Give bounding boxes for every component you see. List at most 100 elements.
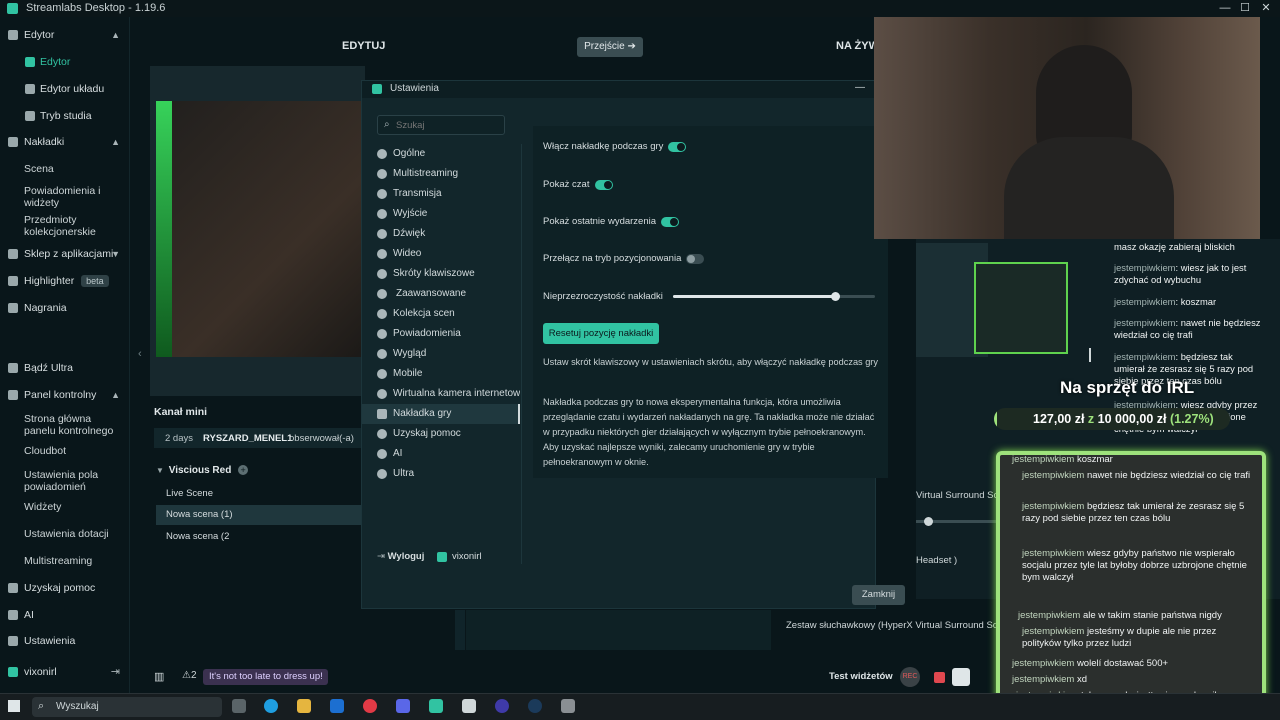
chevron-up-icon: ▲ bbox=[111, 390, 120, 400]
record-button[interactable]: REC bbox=[900, 667, 920, 687]
enable-overlay-toggle[interactable] bbox=[668, 142, 686, 152]
sidebar-item-multistreaming[interactable]: Multistreaming bbox=[0, 551, 130, 571]
green-frame bbox=[156, 101, 172, 357]
sidebar-item-scene[interactable]: Scena bbox=[0, 159, 130, 179]
opacity-slider-handle[interactable] bbox=[830, 292, 840, 301]
windows-start-icon[interactable] bbox=[8, 700, 20, 712]
sidebar-item-highlighter[interactable]: Highlighter beta bbox=[0, 271, 130, 291]
close-window-button[interactable]: ✕ bbox=[1255, 0, 1277, 17]
logout-icon[interactable]: ⇥ bbox=[111, 662, 120, 682]
activity-user: RYSZARD_MENEL1 bbox=[203, 433, 293, 444]
opera-icon[interactable] bbox=[363, 699, 377, 713]
search-input[interactable] bbox=[396, 118, 500, 132]
help-icon bbox=[377, 429, 387, 439]
overlay-description: Nakładka podczas gry to nowa eksperyment… bbox=[543, 397, 875, 467]
sidebar-item-layout-editor[interactable]: Edytor układu bbox=[0, 79, 130, 99]
add-scene-icon[interactable]: + bbox=[238, 465, 249, 475]
ultra-icon bbox=[8, 363, 18, 373]
paint-icon bbox=[377, 349, 387, 359]
goal-amount: 127,00 zł z 10 000,00 zł (1.27%) bbox=[1033, 412, 1214, 426]
app-icon[interactable] bbox=[495, 699, 509, 713]
show-events-toggle[interactable] bbox=[661, 217, 679, 227]
sidebar-user[interactable]: vixonirl ⇥ bbox=[0, 662, 130, 682]
save-replay-icon[interactable] bbox=[952, 668, 970, 686]
sidebar-item-editor[interactable]: Edytor bbox=[0, 52, 130, 72]
cogs-icon bbox=[377, 289, 387, 299]
sidebar-item-donation-settings[interactable]: Ustawienia dotacji bbox=[0, 524, 130, 544]
reset-overlay-position-button[interactable]: Resetuj pozycję nakładki bbox=[543, 323, 659, 344]
show-chat-toggle[interactable] bbox=[595, 180, 613, 190]
notification-pill[interactable]: It's not too late to dress up! bbox=[203, 669, 328, 685]
store-icon bbox=[8, 249, 18, 259]
sidebar-item-collectibles[interactable]: Przedmioty kolekcjonerskie bbox=[0, 212, 120, 238]
speaker-icon bbox=[377, 229, 387, 239]
scene-item[interactable]: Nowa scena (1) bbox=[156, 505, 361, 525]
sidebar-item-ai[interactable]: AI bbox=[0, 605, 130, 625]
collapse-sidebar-icon[interactable]: ‹ bbox=[138, 348, 142, 360]
enable-overlay-label: Włącz nakładkę podczas gry bbox=[543, 141, 664, 152]
chat-message: jestempiwkiem: koszmar bbox=[1114, 296, 1217, 307]
sidebar-section-dashboard[interactable]: Panel kontrolny ▲ bbox=[0, 385, 130, 405]
steam-icon[interactable] bbox=[528, 699, 542, 713]
streamlabs-taskbar-icon[interactable] bbox=[429, 699, 443, 713]
scene-collection[interactable]: ▼ Viscious Red + bbox=[156, 465, 249, 476]
sidebar-item-alertbox-settings[interactable]: Ustawienia pola powiadomień bbox=[0, 467, 110, 493]
alerts-indicator[interactable]: ⚠2 bbox=[182, 670, 197, 681]
sidebar-item-dashboard-home[interactable]: Strona główna panelu kontrolnego bbox=[0, 411, 120, 437]
transition-button[interactable]: Przejście ➔ bbox=[577, 37, 643, 57]
sidebar-item-help[interactable]: Uzyskaj pomoc bbox=[0, 578, 130, 598]
scene-item[interactable]: Live Scene bbox=[156, 484, 361, 504]
sidebar-section-editor[interactable]: Edytor ▲ bbox=[0, 25, 130, 45]
sidebar-section-overlays[interactable]: Nakładki ▲ bbox=[0, 132, 130, 152]
outlook-icon[interactable] bbox=[330, 699, 344, 713]
sidebar-item-recordings[interactable]: Nagrania bbox=[0, 298, 130, 318]
opacity-slider[interactable] bbox=[673, 292, 875, 301]
discord-icon[interactable] bbox=[396, 699, 410, 713]
edge-icon[interactable] bbox=[264, 699, 278, 713]
taskbar-search[interactable]: ⌕ Wyszukaj bbox=[32, 697, 222, 717]
live-tab[interactable]: NA ŻYW bbox=[836, 40, 879, 52]
logout-button[interactable]: ⇥ Wyloguj bbox=[377, 551, 424, 562]
positioning-toggle[interactable] bbox=[686, 254, 704, 264]
close-modal-button[interactable]: Zamknij bbox=[852, 585, 905, 605]
stats-icon[interactable]: ▥ bbox=[154, 670, 164, 683]
chat-message: masz okazję zabierąj bliskich bbox=[1114, 241, 1235, 252]
task-view-icon[interactable] bbox=[232, 699, 246, 713]
test-widgets-button[interactable]: Test widżetów bbox=[829, 671, 893, 682]
sidebar-item-alerts-widgets[interactable]: Powiadomienia i widżety bbox=[0, 183, 110, 209]
chat-message: jestempiwkiem: nawet nie będziesz wiedzi… bbox=[1114, 317, 1261, 340]
volume-slider-handle[interactable] bbox=[924, 517, 933, 526]
modal-title: Ustawienia bbox=[390, 83, 439, 94]
streamlabs-logo-icon bbox=[372, 84, 382, 94]
search-icon: ⌕ bbox=[38, 700, 45, 712]
chat-message: jestempiwkiem wolelí dostawać 500+ bbox=[1012, 658, 1169, 669]
general-icon bbox=[377, 149, 387, 159]
app-icon[interactable] bbox=[561, 699, 575, 713]
sidebar-item-ultra[interactable]: Bądź Ultra bbox=[0, 358, 130, 378]
sidebar-item-app-store[interactable]: Sklep z aplikacjami ▼ bbox=[0, 244, 130, 264]
file-explorer-icon[interactable] bbox=[297, 699, 311, 713]
stop-icon[interactable] bbox=[934, 672, 945, 683]
sidebar-item-settings[interactable]: Ustawienia bbox=[0, 631, 130, 651]
goal-title: Na sprzęt do IRL bbox=[1060, 378, 1195, 397]
sidebar-item-cloudbot[interactable]: Cloudbot bbox=[0, 441, 130, 461]
ai-icon bbox=[8, 610, 18, 620]
minimize-button[interactable]: — bbox=[1214, 0, 1236, 17]
edit-tab[interactable]: EDYTUJ bbox=[342, 40, 385, 52]
kick-logo-icon bbox=[437, 552, 447, 562]
chevron-down-icon: ▼ bbox=[111, 249, 120, 259]
chat-message: jestempiwkiem koszmar bbox=[1012, 454, 1113, 465]
hotkey-hint: Ustaw skrót klawiszowy w ustawieniach sk… bbox=[543, 357, 878, 367]
sidebar-item-studio-mode[interactable]: Tryb studia bbox=[0, 106, 130, 126]
maximize-button[interactable]: ☐ bbox=[1234, 0, 1256, 17]
modal-minimize-button[interactable]: — bbox=[855, 82, 865, 93]
mini-channel-title: Kanał mini bbox=[154, 406, 208, 418]
show-events-label: Pokaż ostatnie wydarzenia bbox=[543, 216, 657, 227]
opacity-label: Nieprzezroczystość nakładki bbox=[543, 291, 663, 302]
capcut-icon[interactable] bbox=[462, 699, 476, 713]
nav-divider bbox=[521, 144, 522, 564]
sidebar-item-widgets[interactable]: Widżety bbox=[0, 497, 130, 517]
volume-slider[interactable] bbox=[916, 517, 996, 526]
settings-search[interactable]: ⌕ bbox=[377, 115, 505, 135]
scene-item[interactable]: Nowa scena (2 bbox=[156, 527, 361, 547]
